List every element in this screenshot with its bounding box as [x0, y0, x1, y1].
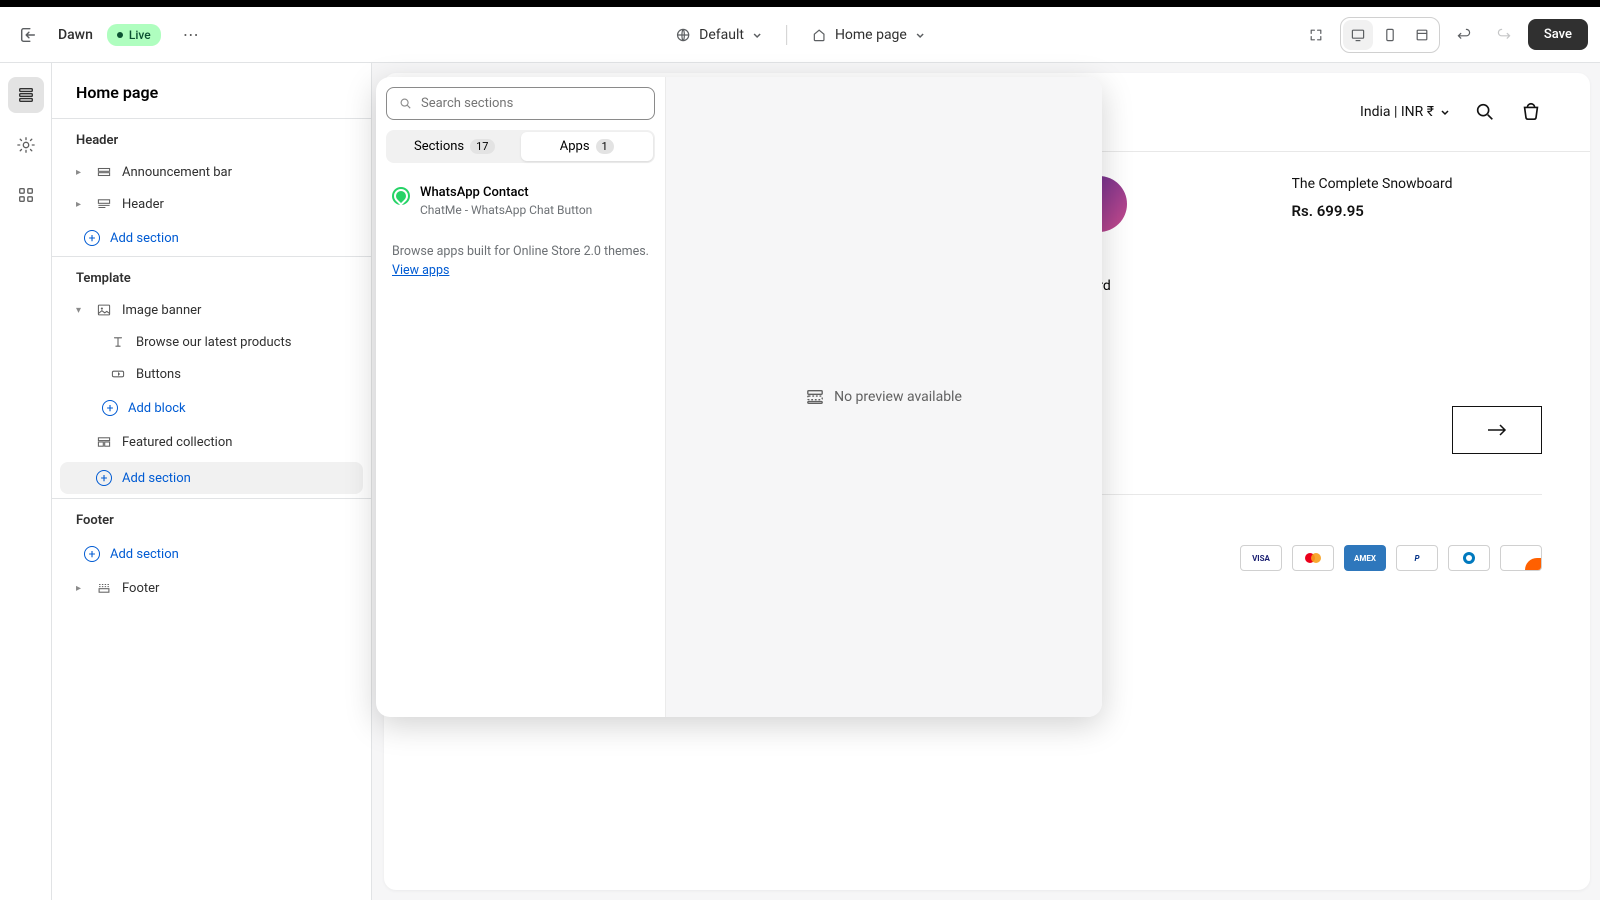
- divider: [786, 25, 787, 45]
- header-group-label: Header: [52, 119, 371, 156]
- live-badge: Live: [107, 24, 161, 46]
- tab-sections[interactable]: Sections 17: [388, 132, 521, 161]
- text-icon: [110, 334, 126, 350]
- sections-sidebar: Home page Header ▸ Announcement bar ▸ He…: [52, 63, 372, 900]
- sidebar-item-label: Browse our latest products: [136, 335, 291, 350]
- search-input[interactable]: [421, 96, 642, 111]
- whatsapp-icon: [392, 187, 410, 205]
- cart-icon[interactable]: [1520, 101, 1542, 123]
- locale-label: Default: [699, 27, 744, 43]
- add-block[interactable]: +Add block: [52, 390, 371, 426]
- template-group-label: Template: [52, 257, 371, 294]
- sidebar-item-label: Footer: [122, 581, 159, 596]
- tab-apps[interactable]: Apps 1: [521, 132, 654, 161]
- tab-row: Sections 17 Apps 1: [386, 130, 655, 163]
- settings-rail-button[interactable]: [8, 127, 44, 163]
- sidebar-item-image-banner[interactable]: ▾ Image banner: [60, 294, 363, 326]
- page-label: Home page: [835, 27, 907, 43]
- footer-icon: [96, 580, 112, 596]
- view-apps-link[interactable]: View apps: [392, 263, 449, 278]
- app-name: WhatsApp Contact: [420, 185, 592, 200]
- sidebar-item-footer[interactable]: ▸ Footer: [60, 572, 363, 604]
- redo-button[interactable]: [1488, 19, 1520, 51]
- inspector-button[interactable]: [1300, 19, 1332, 51]
- undo-button[interactable]: [1448, 19, 1480, 51]
- search-icon: [399, 97, 413, 111]
- fullscreen-button[interactable]: [1407, 20, 1437, 50]
- no-preview-label: No preview available: [834, 389, 962, 405]
- add-section-header[interactable]: +Add section: [52, 220, 371, 256]
- sidebar-item-announcement-bar[interactable]: ▸ Announcement bar: [60, 156, 363, 188]
- top-toolbar: Dawn Live ⋯ Default Home page Save: [0, 7, 1600, 63]
- exit-button[interactable]: [12, 19, 44, 51]
- app-subtitle: ChatMe - WhatsApp Chat Button: [420, 202, 592, 219]
- left-rail: [0, 63, 52, 900]
- theme-name: Dawn: [58, 27, 93, 43]
- more-button[interactable]: ⋯: [175, 19, 207, 51]
- section-icon: [806, 388, 824, 406]
- sections-count-badge: 17: [470, 139, 494, 154]
- paypal-icon: P: [1396, 545, 1438, 571]
- mastercard-icon: [1292, 545, 1334, 571]
- apps-rail-button[interactable]: [8, 177, 44, 213]
- search-input-wrapper: [386, 87, 655, 120]
- section-icon: [96, 434, 112, 450]
- sidebar-block-browse-text[interactable]: Browse our latest products: [60, 326, 363, 358]
- country-selector[interactable]: India | INR ₹: [1360, 104, 1450, 120]
- section-icon: [96, 196, 112, 212]
- sidebar-item-label: Header: [122, 197, 164, 212]
- sidebar-item-header[interactable]: ▸ Header: [60, 188, 363, 220]
- device-group: [1340, 17, 1440, 53]
- apps-count-badge: 1: [596, 139, 614, 154]
- image-icon: [96, 302, 112, 318]
- save-button[interactable]: Save: [1528, 19, 1588, 50]
- sidebar-item-label: Image banner: [122, 303, 201, 318]
- product-card[interactable]: The Complete Snowboard Rs. 699.95: [1292, 176, 1543, 322]
- sidebar-item-label: Announcement bar: [122, 165, 232, 180]
- add-section-popover: Sections 17 Apps 1 WhatsApp Contact Chat…: [376, 77, 1102, 717]
- add-section-footer[interactable]: +Add section: [52, 536, 371, 572]
- preview-pane: No preview available: [666, 77, 1102, 717]
- browse-apps-text: Browse apps built for Online Store 2.0 t…: [386, 229, 655, 295]
- app-item-whatsapp[interactable]: WhatsApp Contact ChatMe - WhatsApp Chat …: [386, 175, 655, 229]
- sections-rail-button[interactable]: [8, 77, 44, 113]
- sidebar-item-label: Buttons: [136, 367, 181, 382]
- discover-icon: [1500, 545, 1542, 571]
- next-arrow-button[interactable]: [1452, 406, 1542, 454]
- search-icon[interactable]: [1474, 101, 1496, 123]
- page-title: Home page: [52, 63, 371, 118]
- footer-group-label: Footer: [52, 499, 371, 536]
- sidebar-item-featured-collection[interactable]: ▸ Featured collection: [60, 426, 363, 458]
- sidebar-item-label: Featured collection: [122, 435, 232, 450]
- page-selector[interactable]: Home page: [811, 27, 925, 43]
- section-icon: [96, 164, 112, 180]
- locale-selector[interactable]: Default: [675, 27, 762, 43]
- desktop-view-button[interactable]: [1343, 20, 1373, 50]
- mobile-view-button[interactable]: [1375, 20, 1405, 50]
- sidebar-block-buttons[interactable]: Buttons: [60, 358, 363, 390]
- add-section-template[interactable]: ▸ + Add section: [60, 462, 363, 494]
- visa-icon: VISA: [1240, 545, 1282, 571]
- button-icon: [110, 366, 126, 382]
- diners-icon: [1448, 545, 1490, 571]
- amex-icon: AMEX: [1344, 545, 1386, 571]
- preview-canvas: karanisbuildingstore Home Catalog Contac…: [372, 63, 1600, 900]
